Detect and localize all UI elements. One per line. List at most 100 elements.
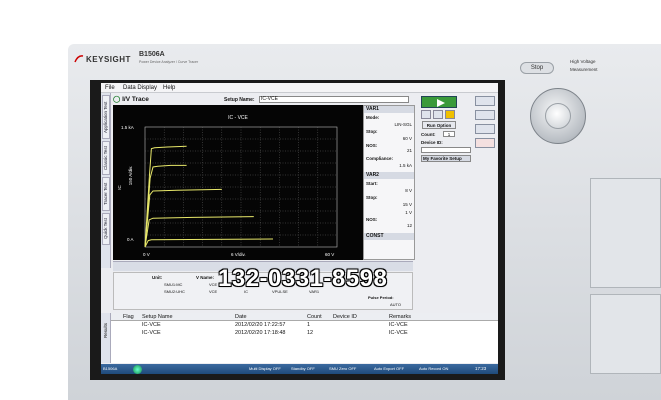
stop-run-button[interactable] xyxy=(445,110,455,119)
stop-button[interactable]: Stop xyxy=(520,62,554,74)
var2-header: VAR2 xyxy=(364,172,414,179)
x-tick-max: 60 V xyxy=(325,252,335,257)
var-panel: VAR1 Mode: LIN-SGL Stop: 60 V NOS: 21 Co… xyxy=(363,105,415,260)
var1-header: VAR1 xyxy=(364,106,414,113)
unit-label: Unit: xyxy=(152,275,163,280)
phone-watermark: 132-0331-8598 xyxy=(218,265,388,292)
results-side-tab[interactable]: Results xyxy=(101,313,111,363)
row2-date: 2012/02/20 17:18:48 xyxy=(235,330,286,336)
knob-center[interactable] xyxy=(545,103,571,129)
var1-mode-label: Mode: xyxy=(366,115,380,120)
screen: File Data Display Help Application Test … xyxy=(101,83,498,374)
status-multi-display[interactable]: Multi Display OFF xyxy=(249,365,281,373)
col-remarks[interactable]: Remarks xyxy=(389,314,411,320)
measurement-text: Measurement xyxy=(570,67,598,72)
iv-plot: IC - VCE 1.5 kA 0 A IC 150 A/div. 0 V 6 … xyxy=(113,105,363,260)
series-line-2 xyxy=(144,164,187,248)
col-device-id[interactable]: Device ID xyxy=(333,314,357,320)
row2-remarks: IC-VCE xyxy=(389,330,408,336)
side-panel-lower xyxy=(590,294,661,374)
tab-classic-test[interactable]: Classic Test xyxy=(102,141,110,175)
play-icon xyxy=(437,99,445,107)
tool-button-3[interactable] xyxy=(475,124,495,134)
count-input[interactable]: 1 xyxy=(443,131,455,137)
var2-stop-label: Stop: xyxy=(366,195,378,200)
var2-nos-value[interactable]: 12 xyxy=(382,223,412,228)
tab-tracer-test[interactable]: Tracer Test xyxy=(102,177,110,211)
taskbar-clock: 17:23 xyxy=(475,366,487,371)
favorite-setup-dropdown[interactable]: My Favorite Setup xyxy=(421,155,471,162)
col-flag[interactable]: Flag xyxy=(123,314,134,320)
tool-button-2[interactable] xyxy=(475,110,495,120)
col-date[interactable]: Date xyxy=(235,314,247,320)
var1-nos-label: NOS: xyxy=(366,143,378,148)
plot-svg xyxy=(144,126,338,248)
model-number: B1506A xyxy=(139,51,165,58)
y-div-label: 150 A/div. xyxy=(128,165,134,186)
status-smu-zero[interactable]: SMU Zero OFF xyxy=(329,365,356,373)
var1-mode-value[interactable]: LIN-SGL xyxy=(382,122,412,127)
single-button[interactable] xyxy=(433,110,443,119)
side-panel xyxy=(590,178,661,288)
menu-bar: File Data Display Help xyxy=(101,83,498,93)
tool-button-4[interactable] xyxy=(475,138,495,148)
row2-count: 12 xyxy=(307,330,314,336)
menu-data-display[interactable]: Data Display xyxy=(123,85,157,91)
table-row[interactable]: IC-VCE 2012/02/20 17:18:48 12 IC-VCE xyxy=(111,330,498,338)
keysight-logo-icon xyxy=(74,55,84,63)
var2-start-value[interactable]: 8 V xyxy=(382,188,412,193)
run-button[interactable] xyxy=(421,96,457,108)
status-auto-export[interactable]: Auto Export OFF xyxy=(374,365,404,373)
var2-nos-label: NOS: xyxy=(366,217,378,222)
menu-help[interactable]: Help xyxy=(163,85,175,91)
table-row[interactable]: IC-VCE 2012/02/20 17:22:57 1 IC-VCE xyxy=(111,322,498,330)
const-header: CONST xyxy=(364,233,414,240)
run-option-button[interactable]: Run Option xyxy=(422,121,456,129)
var1-compliance-value[interactable]: 1.5 kA xyxy=(382,163,412,168)
vname-label: V Name: xyxy=(196,275,215,280)
trace-title-text: I/V Trace xyxy=(122,96,149,103)
trace-title: ◯ I/V Trace xyxy=(113,95,149,104)
row1-setup: IC-VCE xyxy=(142,322,161,328)
vertical-tabs: Application Test Classic Test Tracer Tes… xyxy=(101,93,111,268)
trace-icon: ◯ xyxy=(113,96,121,103)
var2-step-value[interactable]: 1 V xyxy=(382,210,412,215)
row1-remarks: IC-VCE xyxy=(389,322,408,328)
menu-file[interactable]: File xyxy=(105,85,115,91)
device-id-input[interactable] xyxy=(421,147,471,153)
setup-name-input[interactable]: IC-VCE xyxy=(259,96,409,103)
var1-compliance-label: Compliance: xyxy=(366,156,394,161)
col-count[interactable]: Count xyxy=(307,314,322,320)
var1-stop-value[interactable]: 60 V xyxy=(382,136,412,141)
smu1-label[interactable]: SMU1:MC xyxy=(164,282,182,287)
tab-application-test[interactable]: Application Test xyxy=(102,95,110,139)
results-header: Flag Setup Name Date Count Device ID Rem… xyxy=(111,313,498,321)
tab-quick-test[interactable]: Quick Test xyxy=(102,213,110,245)
vname-vce-1[interactable]: VCE xyxy=(209,282,217,287)
instrument-photo: KEYSIGHT B1506A Power Device Analyzer / … xyxy=(0,0,661,400)
y-tick-max: 1.5 kA xyxy=(121,125,134,130)
var2-start-label: Start: xyxy=(366,181,378,186)
row1-count: 1 xyxy=(307,322,311,328)
row1-date: 2012/02/20 17:22:57 xyxy=(235,322,286,328)
count-label: Count: xyxy=(421,132,436,137)
start-button-icon[interactable] xyxy=(133,365,142,374)
status-standby[interactable]: Standby OFF xyxy=(291,365,315,373)
status-auto-record[interactable]: Auto Record ON xyxy=(419,365,448,373)
pulse-period-value[interactable]: AUTO xyxy=(390,302,401,307)
pulse-period-label: Pulse Period: xyxy=(368,295,394,300)
high-voltage-label: High Voltage Measurement xyxy=(570,58,598,74)
col-setup-name[interactable]: Setup Name xyxy=(142,314,173,320)
var1-stop-label: Stop: xyxy=(366,129,378,134)
x-tick-min: 0 V xyxy=(143,252,150,257)
taskbar-app-label: B1506A xyxy=(103,366,118,371)
tool-button-1[interactable] xyxy=(475,96,495,106)
smu2-label[interactable]: SMU2:UHC xyxy=(164,289,185,294)
vname-vce-2[interactable]: VCE xyxy=(209,289,217,294)
var2-stop-value[interactable]: 15 V xyxy=(382,202,412,207)
y-tick-min: 0 A xyxy=(127,237,134,242)
series-line-1 xyxy=(144,145,187,248)
var1-nos-value[interactable]: 21 xyxy=(382,148,412,153)
repeat-button[interactable] xyxy=(421,110,431,119)
row2-setup: IC-VCE xyxy=(142,330,161,336)
